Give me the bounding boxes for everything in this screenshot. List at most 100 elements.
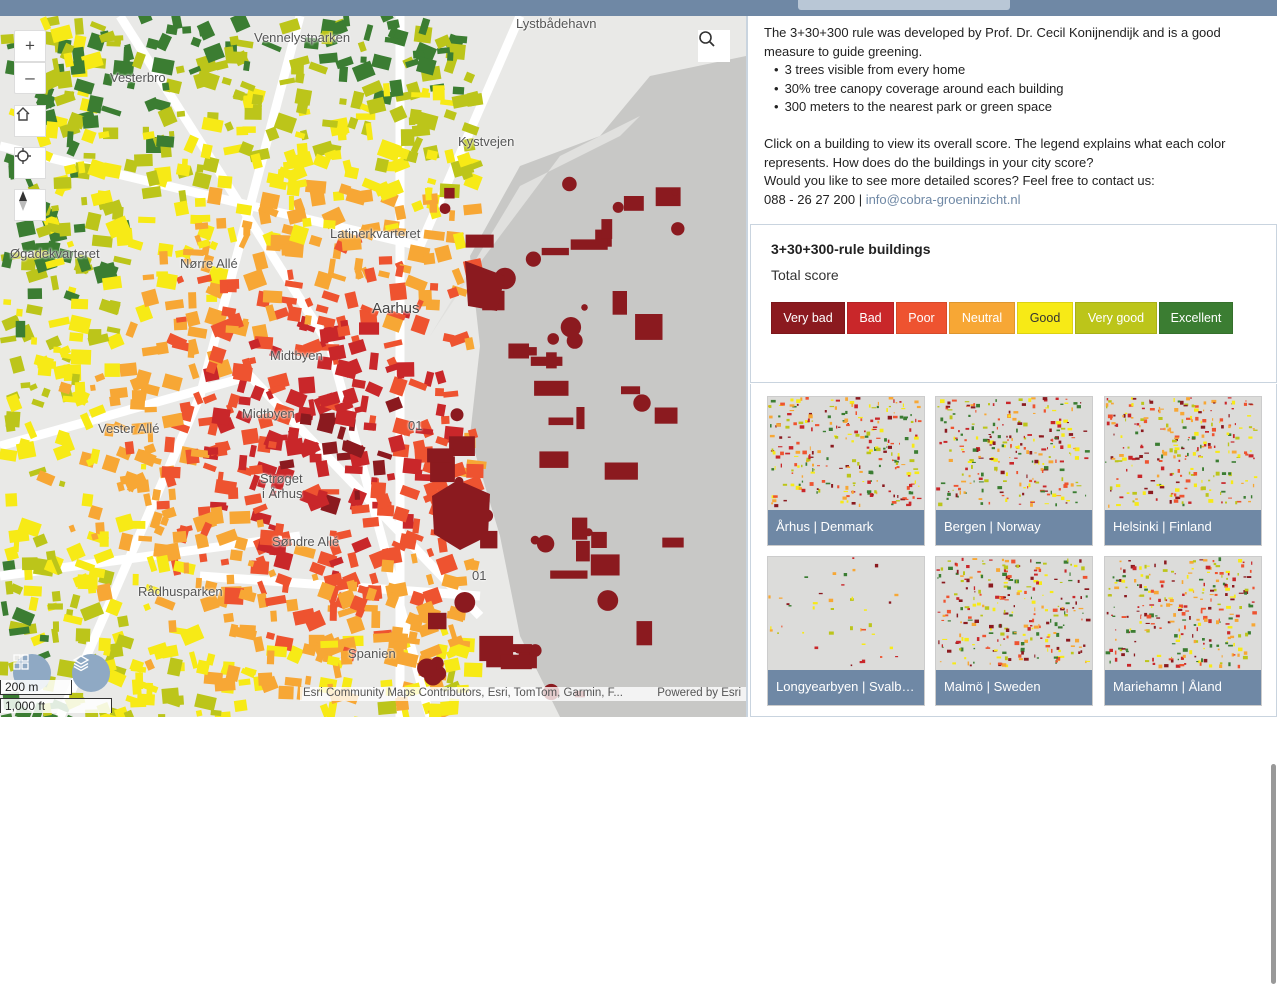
header-tab[interactable]	[798, 0, 1010, 10]
building	[447, 52, 454, 61]
building	[372, 459, 386, 476]
building	[581, 304, 588, 311]
building	[354, 490, 361, 500]
building	[81, 196, 88, 206]
map-label: Spanien	[348, 646, 396, 661]
building	[364, 381, 384, 397]
building	[359, 395, 369, 413]
email-link[interactable]: info@cobra-groeninzicht.nl	[866, 192, 1021, 207]
scale-bar-imperial: 1,000 ft	[0, 698, 112, 713]
building	[347, 551, 359, 569]
building	[422, 252, 436, 265]
building	[70, 298, 89, 310]
building	[241, 427, 260, 446]
building	[671, 222, 685, 236]
building	[451, 267, 465, 286]
building	[265, 631, 276, 640]
building	[434, 244, 453, 263]
locate-button[interactable]	[14, 147, 46, 179]
building	[101, 105, 122, 117]
description-text: The 3+30+300 rule was developed by Prof.…	[764, 24, 1264, 209]
building	[165, 24, 179, 36]
building	[463, 662, 483, 678]
building	[429, 283, 439, 291]
city-card-label: Longyearbyen | Svalbard	[768, 670, 924, 705]
building	[308, 234, 323, 248]
legend-item-good: Good	[1017, 302, 1073, 334]
city-card[interactable]: Århus | Denmark	[767, 396, 925, 546]
building	[321, 290, 340, 303]
city-card[interactable]: Mariehamn | Åland	[1104, 556, 1262, 706]
city-card[interactable]: Helsinki | Finland	[1104, 396, 1262, 546]
map-canvas[interactable]	[0, 16, 746, 717]
building	[188, 292, 197, 309]
building	[89, 20, 107, 32]
zoom-in-button[interactable]: +	[14, 30, 46, 62]
map-label: i Århus	[262, 486, 303, 501]
building	[435, 403, 447, 417]
building	[465, 234, 494, 248]
building	[623, 196, 644, 211]
building	[3, 299, 12, 306]
building	[227, 393, 241, 409]
building	[428, 612, 447, 630]
zoom-out-button[interactable]: –	[14, 62, 46, 94]
building	[421, 87, 430, 97]
powered-by-link[interactable]: Powered by Esri	[657, 687, 741, 699]
building	[570, 239, 608, 250]
legend: 3+30+300-rule buildings Total score Very…	[750, 224, 1277, 383]
search-button[interactable]	[698, 30, 730, 62]
building	[366, 96, 387, 115]
building	[175, 65, 185, 74]
building	[194, 197, 206, 207]
city-card[interactable]: Bergen | Norway	[935, 396, 1093, 546]
legend-item-excellent: Excellent	[1159, 302, 1233, 334]
building	[23, 585, 43, 597]
building	[364, 267, 377, 283]
building	[541, 247, 569, 256]
building	[196, 274, 212, 284]
map-label: Rådhusparken	[138, 584, 223, 599]
building	[141, 186, 162, 200]
rule-item: 30% tree canopy coverage around each bui…	[764, 80, 1264, 99]
building	[106, 40, 121, 47]
building	[439, 203, 451, 215]
building	[621, 386, 641, 395]
building	[441, 573, 461, 590]
building	[106, 332, 125, 350]
city-card[interactable]: Malmö | Sweden	[935, 556, 1093, 706]
building	[262, 290, 283, 304]
building	[410, 314, 430, 336]
building	[281, 243, 301, 256]
city-thumbnail	[1105, 557, 1261, 670]
layers-icon	[72, 655, 90, 672]
building	[381, 559, 395, 573]
building	[227, 226, 238, 243]
building	[368, 352, 379, 371]
layer-list-button[interactable]	[72, 654, 110, 692]
map-view[interactable]: Lystbådehavn Vennelystparken Vesterbro Lati…	[0, 16, 746, 717]
building	[452, 86, 465, 95]
gallery-scrollbar[interactable]	[1271, 764, 1276, 984]
building	[138, 216, 156, 224]
building	[515, 647, 522, 654]
building	[58, 480, 66, 488]
building	[140, 463, 147, 470]
building	[339, 98, 347, 105]
compass-button[interactable]	[14, 189, 46, 221]
building	[279, 459, 295, 470]
home-button[interactable]	[14, 105, 46, 137]
building	[243, 268, 268, 292]
building	[0, 448, 18, 462]
building	[221, 76, 232, 86]
city-card[interactable]: Longyearbyen | Svalbard	[767, 556, 925, 706]
building	[266, 172, 279, 185]
contact-paragraph: Would you like to see more detailed scor…	[764, 173, 1155, 188]
building	[302, 217, 312, 228]
building	[452, 232, 467, 250]
building	[612, 291, 627, 315]
building	[192, 171, 212, 190]
building	[337, 325, 351, 337]
map-attribution[interactable]: Esri Community Maps Contributors, Esri, …	[300, 687, 746, 701]
map-label: Vesterbro	[110, 70, 166, 85]
